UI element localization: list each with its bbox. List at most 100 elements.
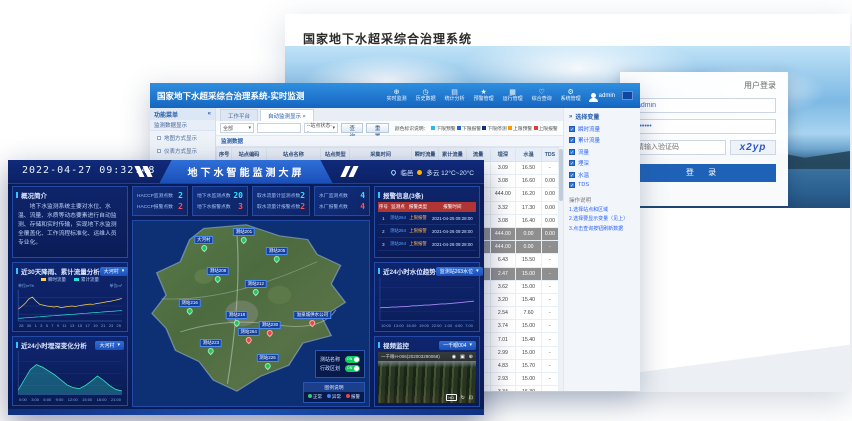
toggle-测站名称[interactable]: ON: [345, 356, 360, 363]
map-marker[interactable]: 测站218: [226, 311, 249, 326]
map-marker[interactable]: 大河村: [194, 236, 214, 251]
sidebar-title: 功能菜单: [154, 110, 178, 119]
legend-swatch: [534, 126, 538, 130]
note-title: 操作说明: [569, 196, 635, 204]
table-cell: 3.32: [490, 201, 516, 214]
table-cell: 17.30: [516, 201, 542, 214]
sidebar-item[interactable]: 地图方式显示: [150, 131, 215, 144]
user-menu[interactable]: admin: [591, 91, 633, 100]
nav-item[interactable]: ▤统计分析: [445, 89, 465, 103]
marker-label: 大河村: [194, 236, 214, 244]
record-icon[interactable]: ▣: [460, 354, 465, 360]
map-marker[interactable]: 测站226: [256, 354, 279, 369]
variable-option[interactable]: ✓瞬时流量: [569, 125, 635, 133]
map-marker[interactable]: 测站201: [233, 228, 256, 243]
table-cell: 16.60: [516, 175, 542, 188]
login-form-title: 用户登录: [632, 80, 776, 91]
reset-button[interactable]: 重置: [366, 123, 388, 133]
table-cell: 0.00: [516, 227, 542, 240]
captcha-input[interactable]: [632, 140, 726, 155]
pin-icon: [244, 336, 252, 344]
pin-icon: [308, 319, 316, 327]
fullscreen-icon[interactable]: ⊡: [469, 395, 473, 401]
pin-icon: [214, 275, 222, 283]
column-header[interactable]: 埋深: [490, 148, 516, 162]
map-marker[interactable]: 测站216: [178, 299, 201, 314]
station-map[interactable]: 大河村测站201测站205测站208测站212测站216测站218测站264测站…: [132, 220, 370, 407]
map-marker[interactable]: 测站205: [266, 247, 289, 262]
table-cell: 16.40: [516, 214, 542, 227]
monitor-nav: ⊕实时监测 ◷历史数据 ▤统计分析 ★预警管理 ▦运行管理 ♡综合查询 ⚙系统管理: [387, 89, 581, 103]
sidebar-item[interactable]: 仪表方式显示: [150, 144, 215, 157]
table-cell: 7.60: [516, 307, 542, 320]
station-state-select[interactable]: --站点状态--▾: [304, 123, 338, 133]
table-cell: 3.20: [490, 293, 516, 306]
sidebar-group[interactable]: 监测数据显示: [150, 120, 215, 131]
tab-工作平台[interactable]: 工作平台: [220, 109, 258, 121]
dashboard-header: 2022-04-27 09:32:48 地下水智能监测大屏 临邑 多云 12°C…: [8, 160, 484, 184]
camera-select[interactable]: 一千眼004▾: [439, 341, 476, 350]
map-marker[interactable]: 测站212: [244, 280, 267, 295]
marker-label: 测站264: [237, 328, 260, 336]
nav-item[interactable]: ◷历史数据: [416, 89, 436, 103]
nav-item[interactable]: ♡综合查询: [532, 89, 552, 103]
video-feed[interactable]: 一千眼H-006(202003290068) ◉ ▣ ⊕ HD ↻ ⊡: [378, 352, 476, 403]
nav-item[interactable]: ⚙系统管理: [561, 89, 581, 103]
flow-chart-station-select[interactable]: 大河村▾: [100, 267, 129, 276]
weather-text: 多云 12°C~20°C: [426, 167, 474, 177]
table-scrollbar[interactable]: [559, 147, 563, 391]
variable-option[interactable]: ✓累计流量: [569, 136, 635, 144]
map-marker[interactable]: 测站264: [237, 328, 260, 343]
legend-swatch: [482, 126, 486, 130]
marker-label: 测站208: [207, 267, 230, 275]
alarm-row: 2测站264上限报警2021-04-26 09:28:00: [378, 225, 476, 238]
level-chart-station-select[interactable]: 监测站263水位▾: [436, 267, 483, 276]
password-input[interactable]: [632, 119, 776, 134]
login-button[interactable]: 登 录: [632, 164, 776, 182]
snapshot-icon[interactable]: ◉: [452, 354, 456, 360]
table-cell: 2.54: [490, 307, 516, 320]
table-cell: 444.00: [490, 188, 516, 201]
nav-item[interactable]: ★预警管理: [474, 89, 494, 103]
table-cell: -: [541, 293, 558, 306]
region-select[interactable]: 全部▾: [220, 123, 254, 133]
overview-title: 概况简介: [16, 190, 124, 200]
map-marker[interactable]: 测站230: [259, 321, 282, 336]
legend-swatch: [457, 126, 461, 130]
table-cell: 15.50: [516, 254, 542, 267]
table-cell: 3.09: [490, 162, 516, 175]
column-header[interactable]: TDS: [541, 148, 558, 162]
refresh-icon[interactable]: ↻: [461, 395, 465, 401]
tab-自动监测显示[interactable]: 自动监测显示 ×: [260, 109, 314, 121]
search-button[interactable]: 查询: [341, 123, 363, 133]
username-input[interactable]: [632, 98, 776, 113]
map-marker[interactable]: 测站223: [200, 339, 223, 354]
variable-option[interactable]: ✓埋深: [569, 159, 635, 167]
nav-icon: ▤: [451, 89, 458, 96]
nav-item[interactable]: ⊕实时监测: [387, 89, 407, 103]
station-search-input[interactable]: [257, 123, 301, 133]
variable-option[interactable]: ✓水温: [569, 171, 635, 179]
captcha-image[interactable]: x2yp: [730, 140, 776, 155]
zoom-icon[interactable]: ⊕: [469, 354, 473, 360]
table-cell: 3.08: [490, 214, 516, 227]
variable-option[interactable]: ✓流量: [569, 148, 635, 156]
nav-item[interactable]: ▦运行管理: [503, 89, 523, 103]
variable-option[interactable]: ✓TDS: [569, 182, 635, 188]
table-cell: 15.00: [516, 267, 542, 280]
map-marker[interactable]: 溢泉城供水公司: [294, 311, 332, 326]
alarm-row: 1测站264上限报警2021-04-25 09:28:00: [378, 212, 476, 225]
nav-icon: ⚙: [568, 89, 574, 96]
chevron-down-icon: ▾: [469, 342, 472, 348]
note-line: 1.选择站点和区域: [569, 207, 635, 214]
toggle-行政区划[interactable]: ON: [345, 365, 360, 372]
hd-badge[interactable]: HD: [446, 394, 457, 401]
table-cell: 16.20: [516, 188, 542, 201]
checkbox-icon: [157, 136, 161, 140]
collapse-icon[interactable]: «: [208, 111, 211, 117]
table-cell: 444.00: [490, 241, 516, 254]
map-marker[interactable]: 测站208: [207, 267, 230, 282]
depth-chart-station-select[interactable]: 大河村▾: [95, 341, 124, 350]
column-header[interactable]: 水温: [516, 148, 542, 162]
avatar[interactable]: [622, 91, 633, 100]
